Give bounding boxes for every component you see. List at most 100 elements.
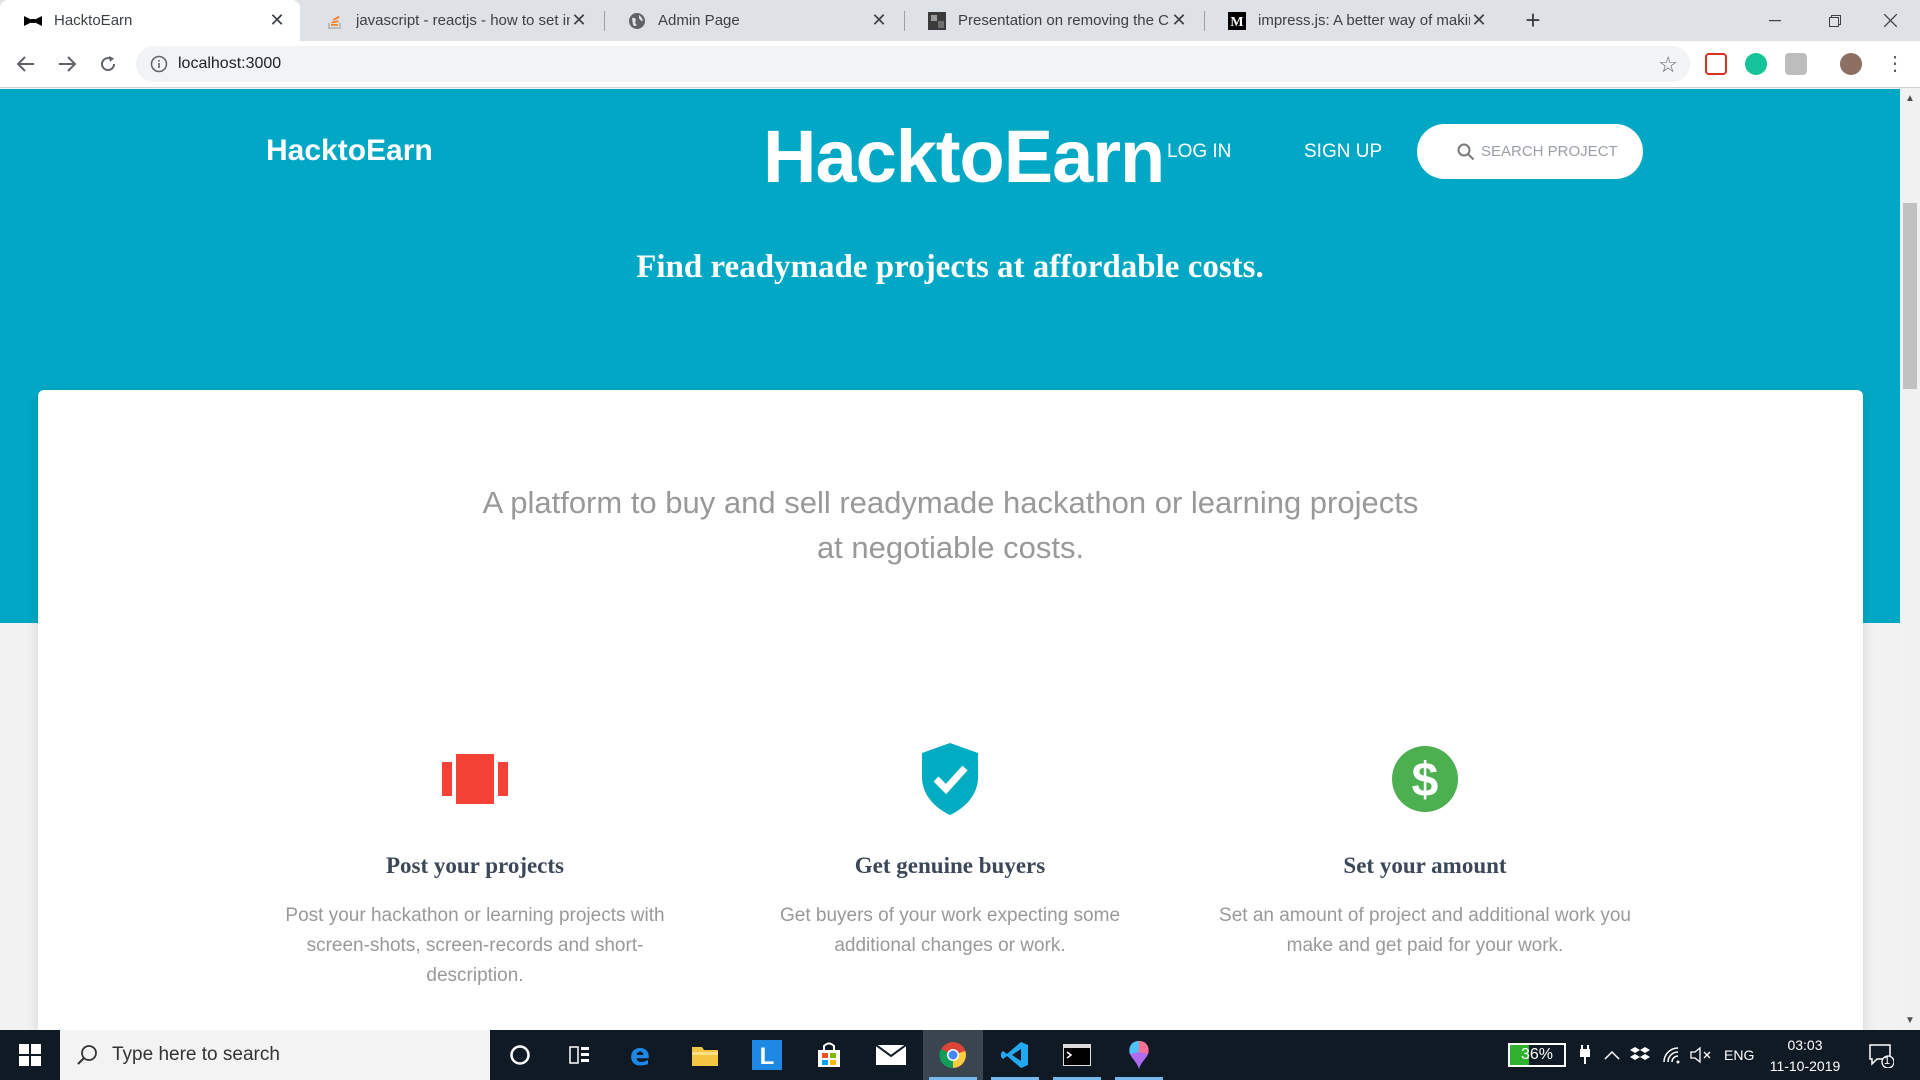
page-scrollbar[interactable]: ▲ ▼ (1900, 89, 1920, 1030)
menu-dots-icon[interactable]: ⋮ (1885, 51, 1905, 76)
close-window-button[interactable] (1860, 0, 1920, 41)
dropbox-icon[interactable] (1630, 1030, 1650, 1080)
platform-description: A platform to buy and sell readymade hac… (38, 480, 1863, 570)
file-explorer-icon[interactable] (675, 1030, 735, 1080)
signup-link[interactable]: SIGN UP (1304, 141, 1382, 163)
close-icon[interactable]: ✕ (570, 10, 588, 31)
chrome-icon[interactable] (923, 1030, 983, 1080)
brand-title: HacktoEarn (763, 115, 1165, 198)
search-project-input[interactable] (1481, 143, 1631, 160)
feature-description: Set an amount of project and additional … (1219, 905, 1631, 956)
feature-genuine-buyers: Get genuine buyers Get buyers of your wo… (740, 743, 1160, 961)
close-icon[interactable]: ✕ (268, 10, 286, 31)
new-tab-button[interactable]: + (1518, 6, 1548, 36)
store-icon[interactable] (799, 1030, 859, 1080)
browser-toolbar: localhost:3000 ☆ ⋮ (0, 41, 1920, 88)
svg-text:M: M (1230, 15, 1243, 30)
close-icon[interactable]: ✕ (1470, 10, 1488, 31)
tab-admin-page[interactable]: Admin Page ✕ (604, 0, 902, 41)
search-icon (1457, 143, 1475, 161)
notification-center-icon[interactable]: 1 (1868, 1042, 1895, 1069)
browser-tab-strip: HacktoEarn ✕ javascript - reactjs - how … (0, 0, 1920, 41)
clock[interactable]: 03:03 11-10-2019 (1760, 1035, 1850, 1077)
feature-description: Post your hackathon or learning projects… (285, 905, 665, 986)
chevron-up-icon[interactable] (1604, 1030, 1620, 1080)
clock-date: 11-10-2019 (1769, 1058, 1841, 1074)
tab-stackoverflow[interactable]: javascript - reactjs - how to set in ✕ (302, 0, 602, 41)
scroll-up-arrow-icon[interactable]: ▲ (1905, 93, 1915, 104)
login-link[interactable]: LOG IN (1167, 141, 1231, 163)
paint-3d-icon[interactable] (1109, 1030, 1169, 1080)
tab-title: HacktoEarn (54, 12, 133, 29)
close-icon[interactable]: ✕ (1170, 10, 1188, 31)
language-indicator[interactable]: ENG (1724, 1030, 1754, 1080)
notification-count: 1 (1884, 1055, 1891, 1067)
edge-browser-icon[interactable]: e (610, 1030, 670, 1080)
book-columns-icon (441, 745, 509, 813)
tab-title: Admin Page (658, 12, 740, 29)
forward-button[interactable] (51, 48, 83, 80)
vscode-icon[interactable] (985, 1030, 1045, 1080)
taskbar-search-placeholder: Type here to search (112, 1044, 280, 1065)
restore-button[interactable] (1805, 0, 1865, 41)
windows-taskbar: Type here to search e L 36% ENG 03:03 11… (0, 1030, 1920, 1080)
feature-title: Get genuine buyers (854, 853, 1046, 878)
medium-icon: M (1228, 11, 1246, 30)
battery-percent: 36% (1520, 1046, 1554, 1063)
feature-description: Get buyers of your work expecting some a… (779, 905, 1121, 956)
svg-text:$: $ (1412, 754, 1439, 807)
taskbar-search-box[interactable]: Type here to search (60, 1030, 490, 1080)
feature-set-amount: $ Set your amount Set an amount of proje… (1215, 745, 1635, 961)
terminal-icon[interactable] (1047, 1030, 1107, 1080)
globe-icon (628, 12, 646, 30)
info-icon[interactable] (150, 55, 168, 73)
battery-indicator[interactable]: 36% (1508, 1043, 1566, 1067)
tab-hacktoearn[interactable]: HacktoEarn ✕ (0, 0, 300, 41)
cortana-icon[interactable] (490, 1030, 550, 1080)
pocket-extension-icon[interactable] (1705, 53, 1727, 75)
launcher-l-icon[interactable]: L (737, 1030, 797, 1080)
tab-presentation[interactable]: Presentation on removing the Cl ✕ (904, 0, 1202, 41)
clock-time: 03:03 (1787, 1037, 1823, 1053)
feature-title: Set your amount (1343, 853, 1507, 878)
close-icon[interactable]: ✕ (870, 10, 888, 31)
reload-button[interactable] (92, 48, 124, 80)
tab-title: Presentation on removing the Cl (958, 12, 1170, 29)
back-button[interactable] (10, 48, 42, 80)
search-project-box[interactable] (1417, 124, 1643, 179)
feature-title: Post your projects (385, 853, 564, 878)
stackoverflow-icon (326, 12, 344, 30)
extension-icon[interactable] (1785, 53, 1807, 75)
feature-post-projects: Post your projects Post your hackathon o… (265, 745, 685, 991)
svg-text:L: L (760, 1043, 775, 1070)
intro-line-2: at negotiable costs. (816, 530, 1085, 565)
mail-icon[interactable] (861, 1030, 921, 1080)
bookmark-star-icon[interactable]: ☆ (1658, 52, 1678, 78)
tab-title: impress.js: A better way of makin (1258, 12, 1470, 29)
hero-tagline: Find readymade projects at affordable co… (636, 249, 1264, 285)
tab-impressjs[interactable]: M impress.js: A better way of makin ✕ (1204, 0, 1502, 41)
content-card: A platform to buy and sell readymade hac… (38, 390, 1863, 1030)
bowtie-icon (24, 12, 42, 30)
image-thumb-icon (928, 11, 946, 30)
start-button[interactable] (0, 1030, 60, 1080)
minimize-button[interactable] (1745, 0, 1805, 41)
intro-line-1: A platform to buy and sell readymade hac… (482, 485, 1419, 520)
brand-logo[interactable]: HacktoEarn (266, 134, 433, 168)
search-icon (76, 1044, 98, 1066)
plug-icon[interactable] (1578, 1030, 1592, 1080)
profile-avatar[interactable] (1840, 53, 1862, 75)
web-page: HacktoEarn HacktoEarn LOG IN SIGN UP Fin… (0, 89, 1900, 1030)
scroll-down-arrow-icon[interactable]: ▼ (1905, 1015, 1915, 1026)
svg-text:e: e (630, 1041, 650, 1069)
wifi-icon[interactable] (1662, 1030, 1682, 1080)
shield-check-icon (916, 743, 984, 815)
scrollbar-thumb[interactable] (1903, 203, 1917, 389)
dollar-circle-icon: $ (1391, 745, 1459, 813)
task-view-icon[interactable] (550, 1030, 610, 1080)
url-text[interactable]: localhost:3000 (178, 55, 281, 73)
volume-muted-icon[interactable] (1690, 1030, 1712, 1080)
address-bar[interactable]: localhost:3000 ☆ (136, 46, 1690, 82)
tab-title: javascript - reactjs - how to set in (356, 12, 570, 29)
grammarly-extension-icon[interactable] (1745, 53, 1767, 75)
